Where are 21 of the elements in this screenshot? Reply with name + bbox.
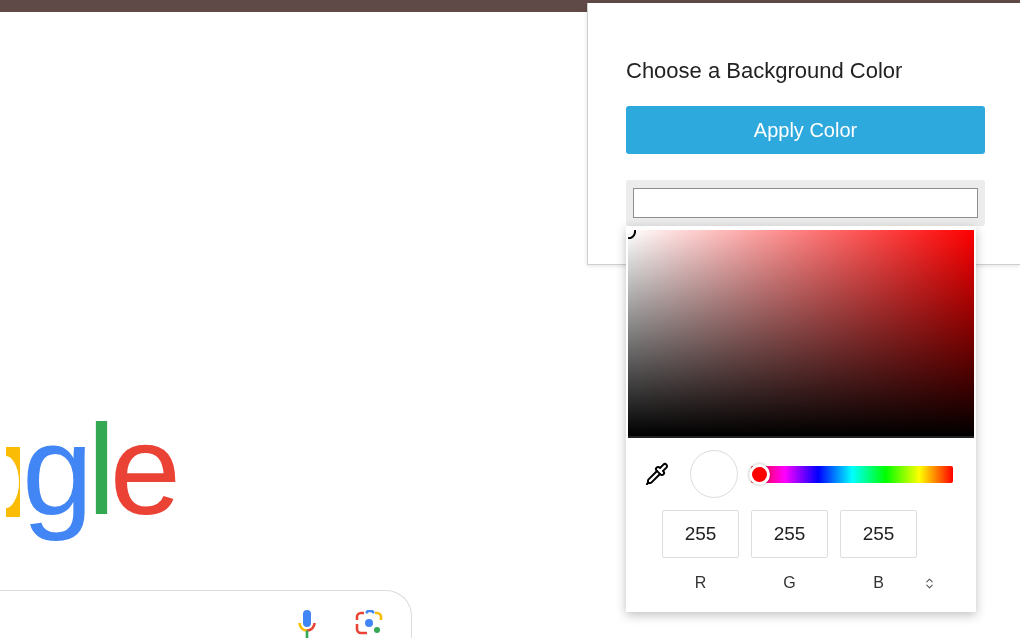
color-field[interactable] [626, 180, 985, 226]
logo-letter: g [22, 400, 88, 540]
channel-label: B [873, 573, 884, 593]
camera-search-icon[interactable] [355, 610, 383, 636]
logo-letter: e [109, 400, 175, 540]
logo-letter: l [87, 400, 110, 540]
hue-slider-thumb[interactable] [749, 463, 770, 485]
picker-handle-icon[interactable] [628, 230, 636, 239]
eyedropper-icon[interactable] [645, 462, 669, 486]
channel-label: G [783, 573, 796, 593]
channel-value-field[interactable]: 255 [751, 510, 828, 558]
channel-label: R [694, 573, 707, 593]
search-field[interactable] [0, 590, 412, 638]
microphone-icon[interactable] [297, 610, 317, 638]
saturation-field[interactable] [628, 230, 974, 438]
hue-slider-track[interactable] [751, 465, 953, 483]
popup-title: Choose a Background Color [626, 58, 903, 84]
mode-toggle-icon[interactable] [923, 577, 936, 590]
channel-value-field[interactable]: 255 [840, 510, 917, 558]
color-preview-swatch-icon [690, 450, 738, 498]
channel-value-field[interactable]: 255 [662, 510, 739, 558]
